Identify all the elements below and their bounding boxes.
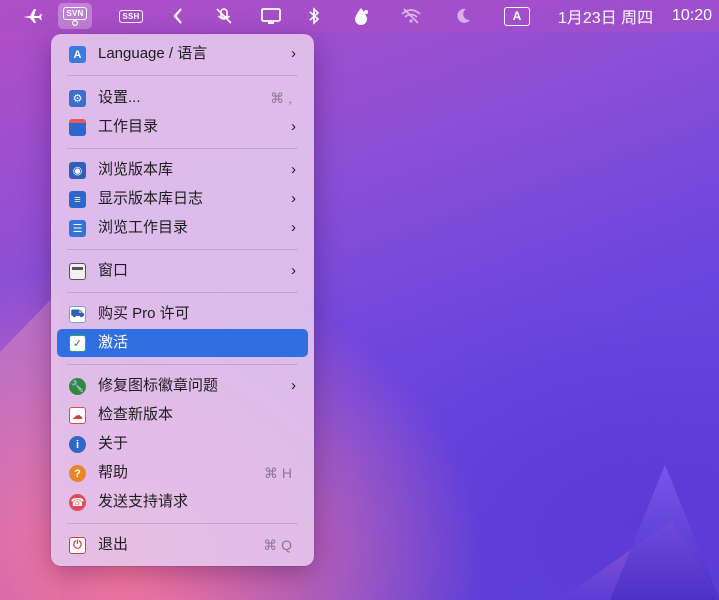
menu-item-working-directory[interactable]: 工作目录 › bbox=[57, 113, 308, 141]
submenu-arrow-icon: › bbox=[291, 262, 296, 279]
menu-item-label: 显示版本库日志 bbox=[98, 190, 204, 207]
menu-item-label: 发送支持请求 bbox=[98, 493, 189, 510]
cart-icon: ⛟ bbox=[69, 306, 86, 323]
menu-item-label: 激活 bbox=[98, 334, 129, 351]
menu-item-show-log[interactable]: ≡ 显示版本库日志 › bbox=[57, 185, 308, 213]
menu-separator bbox=[67, 148, 298, 149]
menu-item-window[interactable]: 窗口 › bbox=[57, 257, 308, 285]
moon-icon[interactable] bbox=[452, 0, 474, 32]
menu-separator bbox=[67, 292, 298, 293]
folder-icon bbox=[69, 119, 86, 136]
help-icon: ? bbox=[69, 465, 86, 482]
menu-separator bbox=[67, 523, 298, 524]
menu-bar: SVN SSH A 1月23日 周四 10:20 bbox=[0, 0, 719, 32]
working-copy-icon: ☰ bbox=[69, 220, 86, 237]
menu-item-label: 窗口 bbox=[98, 262, 129, 279]
chevron-left-icon[interactable] bbox=[170, 0, 186, 32]
menu-item-about[interactable]: i 关于 bbox=[57, 430, 308, 458]
menu-item-buy-pro[interactable]: ⛟ 购买 Pro 许可 bbox=[57, 300, 308, 328]
ssh-menu-icon[interactable]: SSH bbox=[117, 0, 145, 32]
menu-item-browse-repository[interactable]: ◉ 浏览版本库 › bbox=[57, 156, 308, 184]
menu-item-label: 帮助 bbox=[98, 464, 129, 481]
repo-browse-icon: ◉ bbox=[69, 162, 86, 179]
svn-dropdown-menu: A Language / 语言 › ⚙ 设置... ⌘ , 工作目录 › ◉ 浏… bbox=[51, 34, 314, 566]
menu-item-settings[interactable]: ⚙ 设置... ⌘ , bbox=[57, 84, 308, 112]
menu-item-label: 浏览版本库 bbox=[98, 161, 174, 178]
shortcut-label: ⌘ Q bbox=[263, 537, 292, 553]
wallpaper-peak bbox=[610, 465, 719, 600]
settings-icon: ⚙ bbox=[69, 90, 86, 107]
menu-item-activate[interactable]: ✓ 激活 bbox=[57, 329, 308, 357]
menu-item-send-support-request[interactable]: ☎ 发送支持请求 bbox=[57, 488, 308, 516]
menu-item-quit[interactable]: ⏻ 退出 ⌘ Q bbox=[57, 531, 308, 559]
menu-item-label: 关于 bbox=[98, 435, 129, 452]
menu-separator bbox=[67, 249, 298, 250]
menu-item-fix-icon-badges[interactable]: 🔧 修复图标徽章问题 › bbox=[57, 372, 308, 400]
shortcut-label: ⌘ H bbox=[264, 465, 292, 481]
menu-item-label: 设置... bbox=[98, 89, 141, 106]
menu-item-label: 检查新版本 bbox=[98, 406, 174, 423]
menu-separator bbox=[67, 364, 298, 365]
info-icon: i bbox=[69, 436, 86, 453]
wrench-icon: 🔧 bbox=[69, 378, 86, 395]
submenu-arrow-icon: › bbox=[291, 161, 296, 178]
mute-mic-icon[interactable] bbox=[212, 0, 236, 32]
menu-item-label: 工作目录 bbox=[98, 118, 159, 135]
ssh-badge: SSH bbox=[119, 9, 143, 23]
power-icon: ⏻ bbox=[69, 537, 86, 554]
menu-item-label: 修复图标徽章问题 bbox=[98, 377, 219, 394]
menu-item-language[interactable]: A Language / 语言 › bbox=[57, 40, 308, 68]
language-icon: A bbox=[69, 46, 86, 63]
menu-separator bbox=[67, 75, 298, 76]
airplane-icon[interactable] bbox=[20, 0, 44, 32]
submenu-arrow-icon: › bbox=[291, 190, 296, 207]
menu-item-label: Language / 语言 bbox=[98, 45, 208, 62]
menu-item-browse-working-copy[interactable]: ☰ 浏览工作目录 › bbox=[57, 214, 308, 242]
svn-badge: SVN bbox=[63, 6, 87, 20]
svn-menu-icon[interactable]: SVN bbox=[58, 3, 92, 29]
cloud-update-icon: ☁ bbox=[69, 407, 86, 424]
shortcut-label: ⌘ , bbox=[270, 90, 292, 106]
submenu-arrow-icon: › bbox=[291, 377, 296, 394]
log-icon: ≡ bbox=[69, 191, 86, 208]
display-icon[interactable] bbox=[258, 0, 284, 32]
menu-item-label: 退出 bbox=[98, 536, 129, 553]
menubar-time[interactable]: 10:20 bbox=[672, 0, 712, 32]
support-icon: ☎ bbox=[69, 494, 86, 511]
window-icon bbox=[69, 263, 86, 280]
water-drop-icon[interactable] bbox=[349, 0, 373, 32]
submenu-arrow-icon: › bbox=[291, 118, 296, 135]
wifi-off-icon[interactable] bbox=[398, 0, 424, 32]
menu-item-label: 浏览工作目录 bbox=[98, 219, 189, 236]
bluetooth-icon[interactable] bbox=[306, 0, 322, 32]
menu-item-label: 购买 Pro 许可 bbox=[98, 305, 190, 322]
menu-item-help[interactable]: ? 帮助 ⌘ H bbox=[57, 459, 308, 487]
menubar-date[interactable]: 1月23日 周四 bbox=[558, 0, 653, 32]
input-method-icon[interactable]: A bbox=[503, 0, 531, 32]
submenu-arrow-icon: › bbox=[291, 219, 296, 236]
activate-check-icon: ✓ bbox=[69, 335, 86, 352]
submenu-arrow-icon: › bbox=[291, 45, 296, 62]
menu-item-check-updates[interactable]: ☁ 检查新版本 bbox=[57, 401, 308, 429]
input-method-label: A bbox=[504, 6, 530, 26]
